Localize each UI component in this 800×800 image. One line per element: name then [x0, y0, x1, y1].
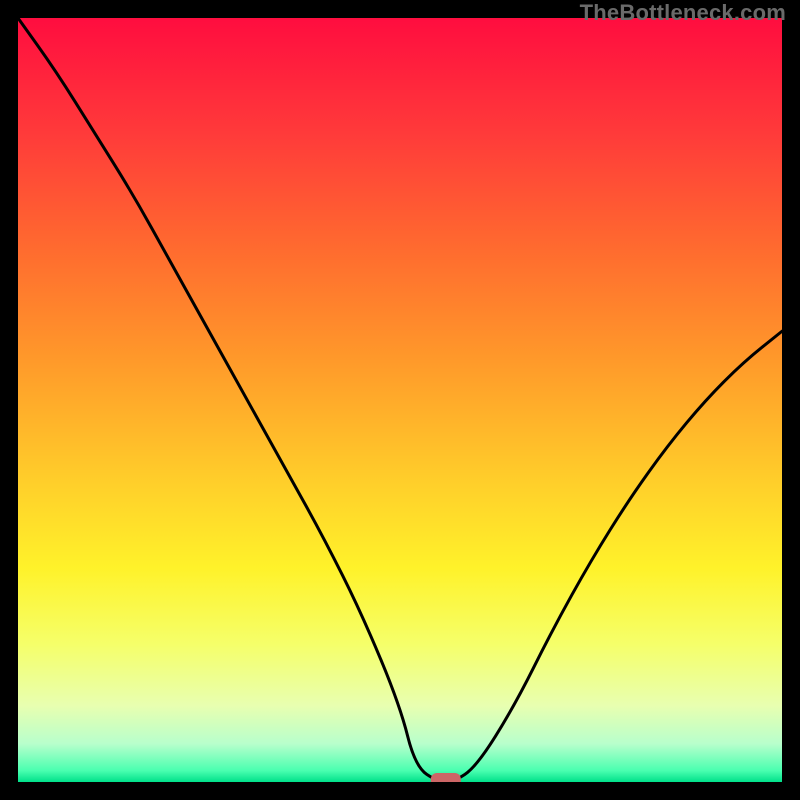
chart-frame: [18, 18, 782, 782]
bottleneck-chart: [18, 18, 782, 782]
optimal-marker: [431, 773, 461, 782]
gradient-background: [18, 18, 782, 782]
attribution-text: TheBottleneck.com: [580, 0, 786, 26]
